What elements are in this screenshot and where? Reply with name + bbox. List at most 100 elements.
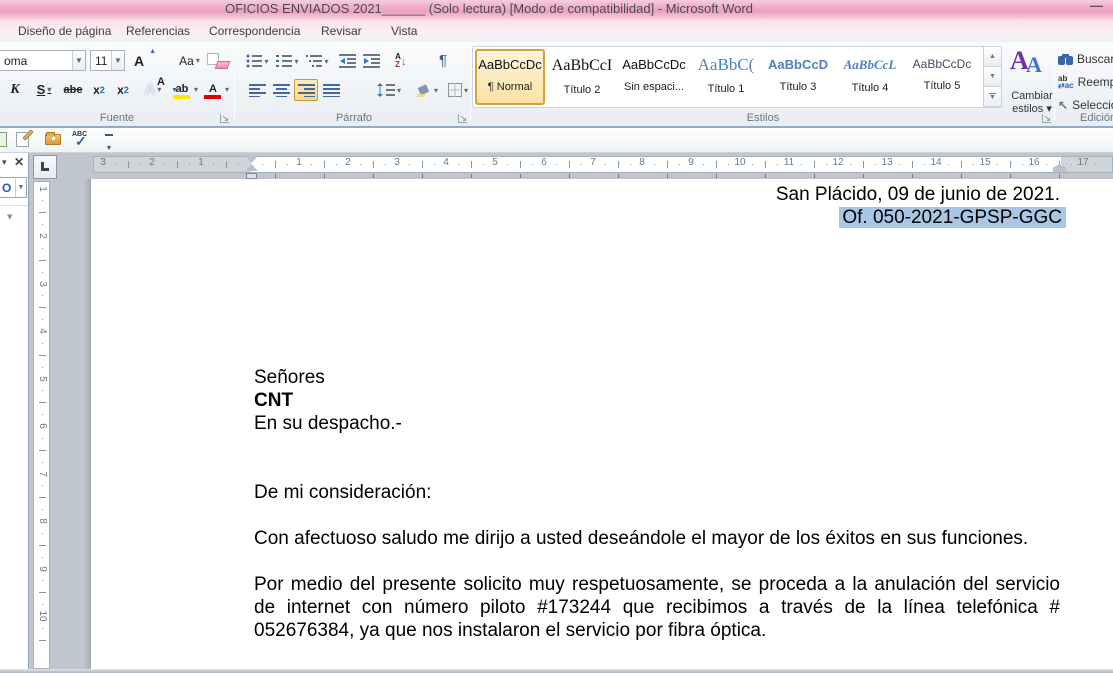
tab-revisar[interactable]: Revisar (317, 22, 366, 40)
document-text-line[interactable]: Por medio del presente solicito muy resp… (254, 573, 1060, 596)
ruler-number: 15 (977, 157, 993, 168)
minimize-button[interactable]: — (1090, 0, 1103, 13)
numbering-button[interactable]: ▾ (274, 51, 301, 71)
ruler-tick (385, 164, 386, 165)
tab-referencias[interactable]: Referencias (122, 22, 194, 40)
change-styles-AA-icon: AA (1008, 46, 1052, 84)
replace-button[interactable]: ab⇄ac Reemplazar (1058, 73, 1113, 91)
vertical-ruler-number: 2 (35, 230, 49, 242)
document-text-line[interactable]: San Plácido, 09 de junio de 2021. (254, 183, 1060, 206)
left-indent-marker[interactable] (246, 173, 257, 179)
style-card-t-tulo-1[interactable]: AaBbC(Título 1 (691, 49, 761, 105)
shading-button[interactable]: ▾ (412, 80, 442, 100)
multilevel-list-button[interactable]: ▾ (304, 51, 331, 71)
style-name: ¶ Normal (477, 81, 543, 93)
document-text-line[interactable]: En su despacho.- (254, 412, 1060, 435)
style-preview: AaBbCcDc (619, 57, 689, 72)
estilos-dialog-launcher[interactable]: ↘ (1042, 114, 1051, 123)
ruler-number: 2 (144, 157, 160, 168)
panel-close-icon[interactable]: ✕ (14, 155, 24, 169)
change-styles-button[interactable]: AA Cambiar estilos ▾ (1006, 46, 1054, 122)
font-color-button[interactable]: A ▾ (202, 78, 230, 101)
superscript-button[interactable]: x2 (112, 79, 134, 100)
align-left-button[interactable] (246, 80, 268, 100)
chevron-down-icon[interactable]: ▼ (111, 51, 124, 70)
gallery-scroll-down-button[interactable]: ▼ (984, 67, 1001, 87)
style-name: Título 2 (547, 84, 617, 96)
italic-button[interactable]: K (6, 79, 24, 100)
align-center-button[interactable] (270, 80, 292, 100)
font-name-combo[interactable]: oma ▼ (0, 50, 86, 71)
style-card-t-tulo-4[interactable]: AaBbCcLTítulo 4 (835, 49, 905, 105)
strikethrough-button[interactable]: abe (60, 79, 86, 100)
highlight-color-button[interactable]: ab ▾ (170, 78, 200, 101)
bullets-button[interactable]: ▾ (244, 51, 271, 71)
binoculars-icon (1058, 54, 1073, 65)
select-label: Seleccionar (1072, 98, 1113, 112)
borders-button[interactable]: ▾ (444, 80, 472, 100)
subscript-button[interactable]: x2 (88, 79, 110, 100)
style-card-t-tulo-2[interactable]: AaBbCcI Título 2 (547, 49, 617, 105)
line-spacing-button[interactable]: ▾ (374, 80, 404, 100)
increase-indent-button[interactable] (360, 51, 382, 71)
align-right-button[interactable] (294, 79, 318, 101)
ruler-number: 1 (291, 157, 307, 168)
gallery-scroll-up-button[interactable]: ▲ (984, 47, 1001, 67)
spellcheck-abc-icon[interactable]: ABC ✓ (72, 131, 92, 149)
align-center-icon (273, 84, 290, 97)
ruler-tick (360, 164, 361, 165)
panel-combo[interactable]: O ▼ (0, 177, 27, 198)
style-card--normal[interactable]: AaBbCcDc¶ Normal (475, 49, 545, 105)
ruler-tick (1071, 164, 1072, 165)
style-card-t-tulo-3[interactable]: AaBbCcDTítulo 3 (763, 49, 833, 105)
tab-dise-o-de-p-gina[interactable]: Diseño de página (14, 22, 115, 40)
document-text-line[interactable]: 052676384, ya que nos instalaron el serv… (254, 619, 1060, 642)
document-page[interactable]: San Plácido, 09 de junio de 2021.Of. 050… (90, 179, 1113, 669)
document-text-line[interactable]: de internet con número piloto #173244 qu… (254, 596, 1060, 619)
tab-stop-tick (667, 174, 668, 178)
panel-expand-icon[interactable]: ▾ (7, 210, 13, 223)
document-icon[interactable] (0, 131, 12, 149)
document-text-line[interactable]: Con afectuoso saludo me dirijo a usted d… (254, 527, 1060, 550)
document-text-line[interactable]: De mi consideración: (254, 481, 1060, 504)
selected-text: Of. 050-2021-GPSP-GGC (839, 207, 1066, 228)
clear-formatting-button[interactable] (206, 51, 230, 71)
vertical-ruler-tick (42, 390, 43, 391)
fuente-dialog-launcher[interactable]: ↘ (220, 114, 229, 123)
document-text-line[interactable]: CNT (254, 389, 1060, 412)
ruler-number: 10 (732, 157, 748, 168)
vertical-ruler-tick (42, 604, 43, 605)
chevron-down-icon[interactable]: ▼ (72, 51, 85, 70)
qat-customize-dropdown-icon[interactable]: ▼ (104, 134, 114, 155)
decrease-indent-button[interactable] (336, 51, 358, 71)
sort-button[interactable]: AZ ↓ (388, 50, 414, 71)
ruler-tick (973, 164, 974, 165)
folder-star-icon[interactable]: ★ (44, 131, 64, 149)
vertical-ruler-tick (42, 580, 43, 581)
tab-vista[interactable]: Vista (387, 22, 421, 40)
document-text-line[interactable]: Of. 050-2021-GPSP-GGC (254, 206, 1066, 229)
pilcrow-button[interactable]: ¶ (432, 50, 454, 71)
text-effects-button[interactable]: A▾ (140, 79, 166, 100)
style-card-sin-espaci-[interactable]: AaBbCcDcSin espaci... (619, 49, 689, 105)
parrafo-dialog-launcher[interactable]: ↘ (458, 114, 467, 123)
style-card-t-tulo-5[interactable]: AaBbCcDcTítulo 5 (907, 49, 977, 105)
edit-pencil-icon[interactable] (14, 131, 34, 149)
document-text-line[interactable]: Señores (254, 366, 1060, 389)
style-preview: AaBbCcI (547, 57, 617, 75)
tab-correspondencia[interactable]: Correspondencia (205, 22, 304, 40)
panel-dropdown-icon[interactable]: ▾ (2, 157, 7, 168)
underline-button[interactable]: S▾ (30, 79, 58, 100)
find-button[interactable]: Buscar (1058, 50, 1113, 68)
change-case-button[interactable]: Aa▾ (176, 50, 203, 71)
font-size-combo[interactable]: 11 ▼ (90, 50, 125, 71)
grow-font-icon: A (134, 53, 144, 69)
ruler-number: 2 (340, 157, 356, 168)
chevron-down-icon[interactable]: ▼ (15, 178, 26, 197)
justify-button[interactable] (320, 80, 342, 100)
grow-font-button[interactable]: A▲ (129, 50, 149, 71)
ruler-number: 9 (683, 157, 699, 168)
tab-stop-selector[interactable] (33, 155, 57, 179)
vertical-ruler-tick (42, 200, 43, 201)
gallery-expand-button[interactable]: ▼ (984, 87, 1001, 107)
